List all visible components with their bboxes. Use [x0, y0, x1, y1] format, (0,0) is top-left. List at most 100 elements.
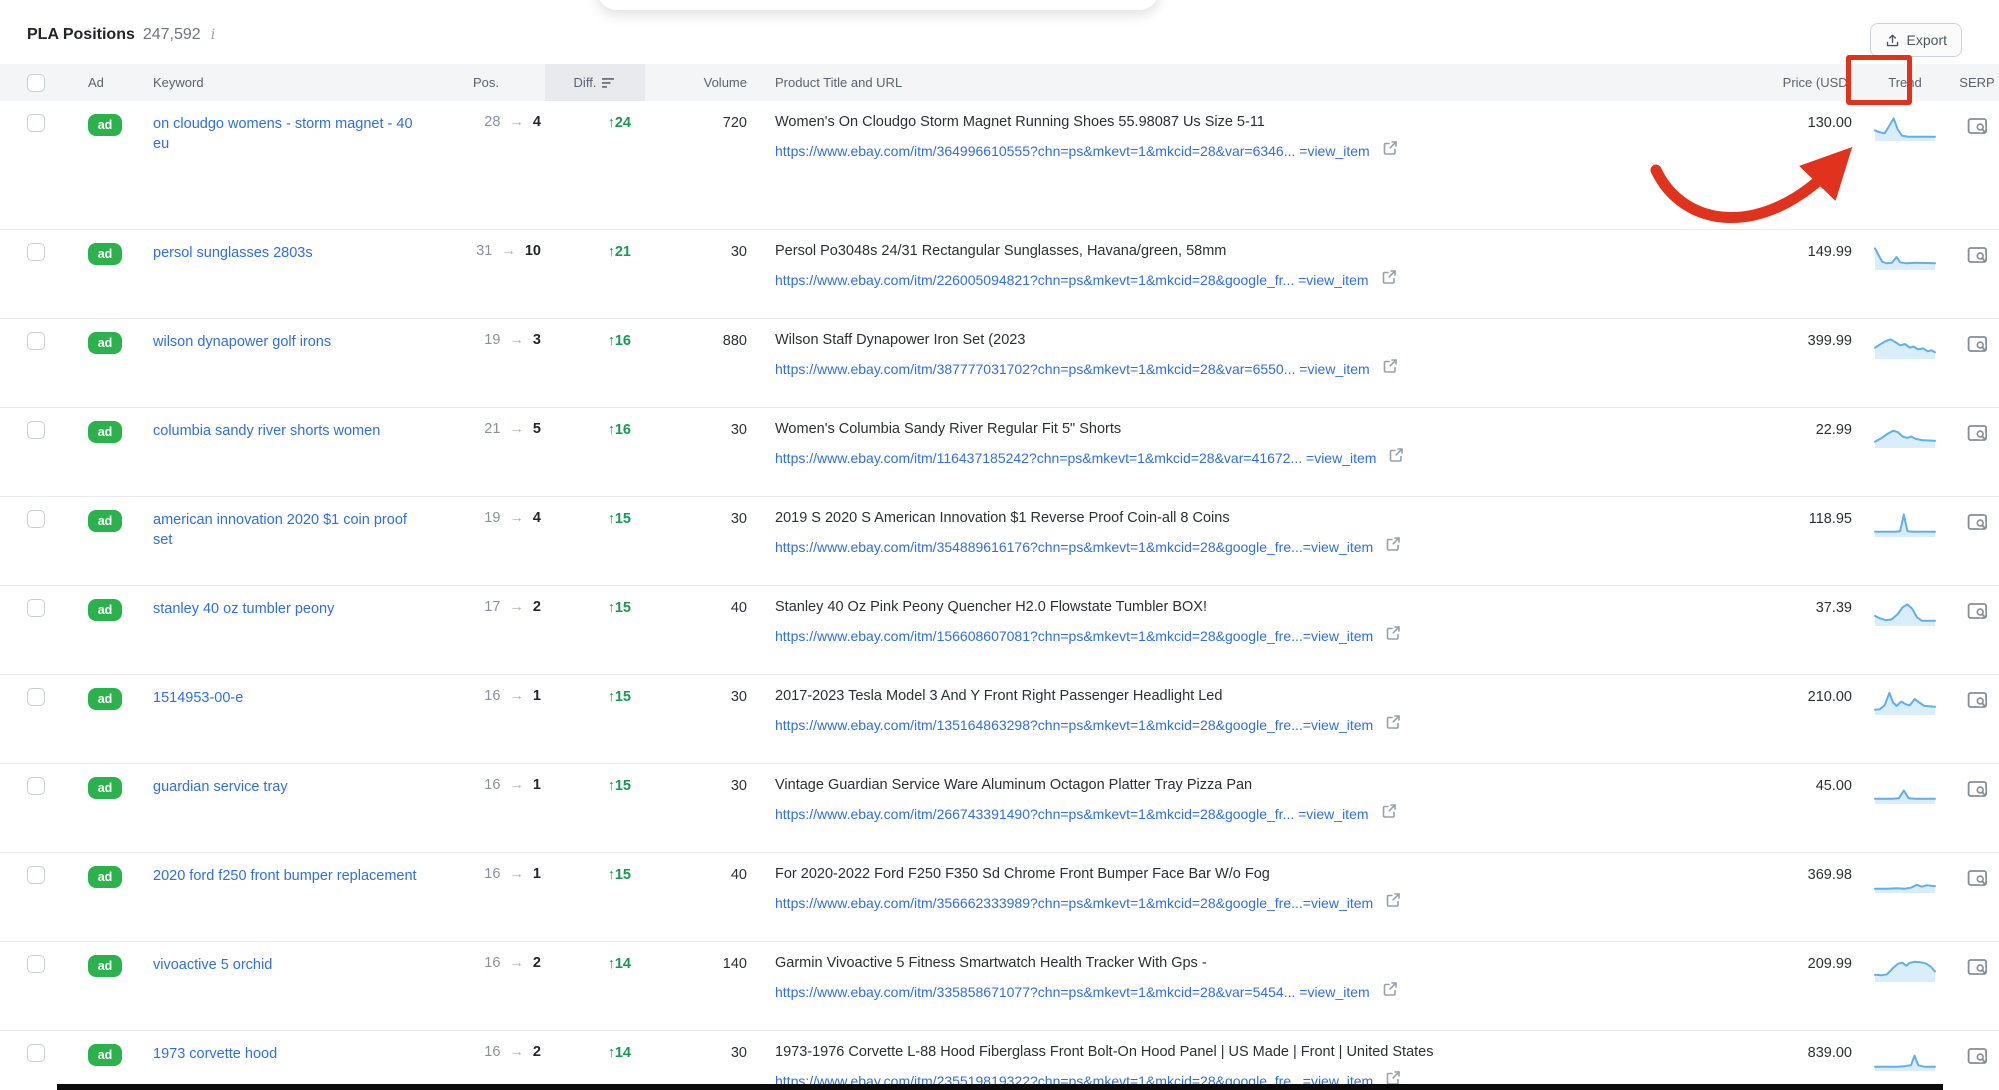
keyword-link[interactable]: guardian service tray	[153, 779, 288, 795]
table-row: ad on cloudgo womens - storm magnet - 40 …	[0, 101, 1999, 230]
product-title: 2017-2023 Tesla Model 3 And Y Front Righ…	[775, 688, 1742, 705]
col-diff[interactable]: Diff.	[545, 64, 645, 101]
col-volume: Volume	[651, 75, 747, 90]
row-checkbox[interactable]	[27, 777, 45, 795]
table-row: adstanley 40 oz tumbler peony17→2↑1540St…	[0, 586, 1999, 675]
row-checkbox[interactable]	[27, 510, 45, 528]
row-checkbox[interactable]	[27, 866, 45, 884]
table-row: adamerican innovation 2020 $1 coin proof…	[0, 497, 1999, 586]
ad-badge: ad	[88, 777, 122, 799]
position-new: 3	[533, 332, 541, 348]
serp-preview-icon[interactable]	[1967, 601, 1988, 626]
product-title: Garmin Vivoactive 5 Fitness Smartwatch H…	[775, 955, 1742, 972]
row-checkbox[interactable]	[27, 421, 45, 439]
external-link-icon[interactable]	[1385, 892, 1401, 913]
keyword-link[interactable]: persol sunglasses 2803s	[153, 245, 313, 261]
arrow-right-icon: →	[509, 688, 524, 704]
serp-preview-icon[interactable]	[1967, 512, 1988, 537]
table-row: ad1973 corvette hood16→2↑14301973-1976 C…	[0, 1031, 1999, 1090]
url-link[interactable]: https://www.ebay.com/itm/266743391490?ch…	[775, 806, 1369, 822]
arrow-right-icon: →	[509, 777, 524, 793]
arrow-right-icon: →	[501, 243, 516, 259]
serp-preview-icon[interactable]	[1967, 116, 1988, 141]
arrow-right-icon: →	[509, 866, 524, 882]
external-link-icon[interactable]	[1382, 358, 1398, 379]
serp-preview-icon[interactable]	[1967, 957, 1988, 982]
external-link-icon[interactable]	[1385, 714, 1401, 735]
diff-value: ↑14	[608, 956, 631, 972]
ad-badge: ad	[88, 955, 122, 977]
row-checkbox[interactable]	[27, 688, 45, 706]
serp-preview-icon[interactable]	[1967, 245, 1988, 270]
serp-preview-icon[interactable]	[1967, 423, 1988, 448]
url-link[interactable]: https://www.ebay.com/itm/156608607081?ch…	[775, 628, 1373, 644]
price-value: 130.00	[1808, 115, 1852, 131]
external-link-icon[interactable]	[1385, 536, 1401, 557]
export-button[interactable]: Export	[1870, 23, 1962, 57]
keyword-link[interactable]: vivoactive 5 orchid	[153, 957, 272, 973]
row-checkbox[interactable]	[27, 114, 45, 132]
url-link[interactable]: https://www.ebay.com/itm/364996610555?ch…	[775, 143, 1370, 159]
serp-preview-icon[interactable]	[1967, 868, 1988, 893]
product-title: Stanley 40 Oz Pink Peony Quencher H2.0 F…	[775, 599, 1742, 616]
keyword-link[interactable]: columbia sandy river shorts women	[153, 423, 380, 439]
position-new: 4	[533, 510, 541, 526]
row-checkbox[interactable]	[27, 243, 45, 261]
url-link[interactable]: https://www.ebay.com/itm/354889616176?ch…	[775, 539, 1373, 555]
position-old: 16	[484, 955, 500, 971]
arrow-right-icon: →	[509, 1044, 524, 1060]
row-checkbox[interactable]	[27, 1044, 45, 1062]
serp-preview-icon[interactable]	[1967, 690, 1988, 715]
external-link-icon[interactable]	[1385, 625, 1401, 646]
position-cell: 21→5	[431, 421, 541, 437]
external-link-icon[interactable]	[1381, 803, 1397, 824]
diff-value: ↑14	[608, 1045, 631, 1061]
url-link[interactable]: https://www.ebay.com/itm/356662333989?ch…	[775, 895, 1373, 911]
keyword-link[interactable]: american innovation 2020 $1 coin proof s…	[153, 512, 407, 548]
url-link[interactable]: https://www.ebay.com/itm/226005094821?ch…	[775, 272, 1369, 288]
position-old: 21	[484, 421, 500, 437]
keyword-link[interactable]: wilson dynapower golf irons	[153, 334, 331, 350]
position-cell: 16→2	[431, 1044, 541, 1060]
keyword-link[interactable]: stanley 40 oz tumbler peony	[153, 601, 334, 617]
serp-preview-icon[interactable]	[1967, 334, 1988, 359]
serp-preview-icon[interactable]	[1967, 1046, 1988, 1071]
row-checkbox[interactable]	[27, 332, 45, 350]
product-title: 2019 S 2020 S American Innovation $1 Rev…	[775, 510, 1742, 527]
url-link[interactable]: https://www.ebay.com/itm/387777031702?ch…	[775, 361, 1370, 377]
external-link-icon[interactable]	[1382, 140, 1398, 161]
volume-value: 40	[731, 600, 747, 616]
diff-value: ↑15	[608, 511, 631, 527]
url-link[interactable]: https://www.ebay.com/itm/116437185242?ch…	[775, 450, 1376, 466]
keyword-link[interactable]: on cloudgo womens - storm magnet - 40 eu	[153, 116, 413, 152]
table-row: advivoactive 5 orchid16→2↑14140Garmin Vi…	[0, 942, 1999, 1031]
col-keyword: Keyword	[153, 75, 421, 90]
position-new: 4	[533, 114, 541, 130]
url-link[interactable]: https://www.ebay.com/itm/135164863298?ch…	[775, 717, 1373, 733]
diff-value: ↑16	[608, 422, 631, 438]
ad-badge: ad	[88, 688, 122, 710]
external-link-icon[interactable]	[1382, 981, 1398, 1002]
keyword-link[interactable]: 2020 ford f250 front bumper replacement	[153, 868, 417, 884]
ad-badge: ad	[88, 114, 122, 136]
external-link-icon[interactable]	[1381, 269, 1397, 290]
url-link[interactable]: https://www.ebay.com/itm/335858671077?ch…	[775, 984, 1370, 1000]
price-value: 839.00	[1808, 1045, 1852, 1061]
row-checkbox[interactable]	[27, 955, 45, 973]
row-checkbox[interactable]	[27, 599, 45, 617]
volume-value: 30	[731, 1045, 747, 1061]
trend-sparkline	[1874, 1045, 1936, 1072]
position-cell: 19→4	[431, 510, 541, 526]
position-new: 2	[533, 599, 541, 615]
select-all-checkbox[interactable]	[27, 74, 45, 92]
trend-sparkline	[1874, 244, 1936, 271]
keyword-link[interactable]: 1973 corvette hood	[153, 1046, 277, 1062]
serp-preview-icon[interactable]	[1967, 779, 1988, 804]
product-title: Vintage Guardian Service Ware Aluminum O…	[775, 777, 1742, 794]
position-cell: 16→1	[431, 866, 541, 882]
external-link-icon[interactable]	[1388, 447, 1404, 468]
table-row: adwilson dynapower golf irons19→3↑16880W…	[0, 319, 1999, 408]
trend-sparkline	[1874, 115, 1936, 142]
info-icon[interactable]: i	[211, 27, 215, 43]
keyword-link[interactable]: 1514953-00-e	[153, 690, 243, 706]
